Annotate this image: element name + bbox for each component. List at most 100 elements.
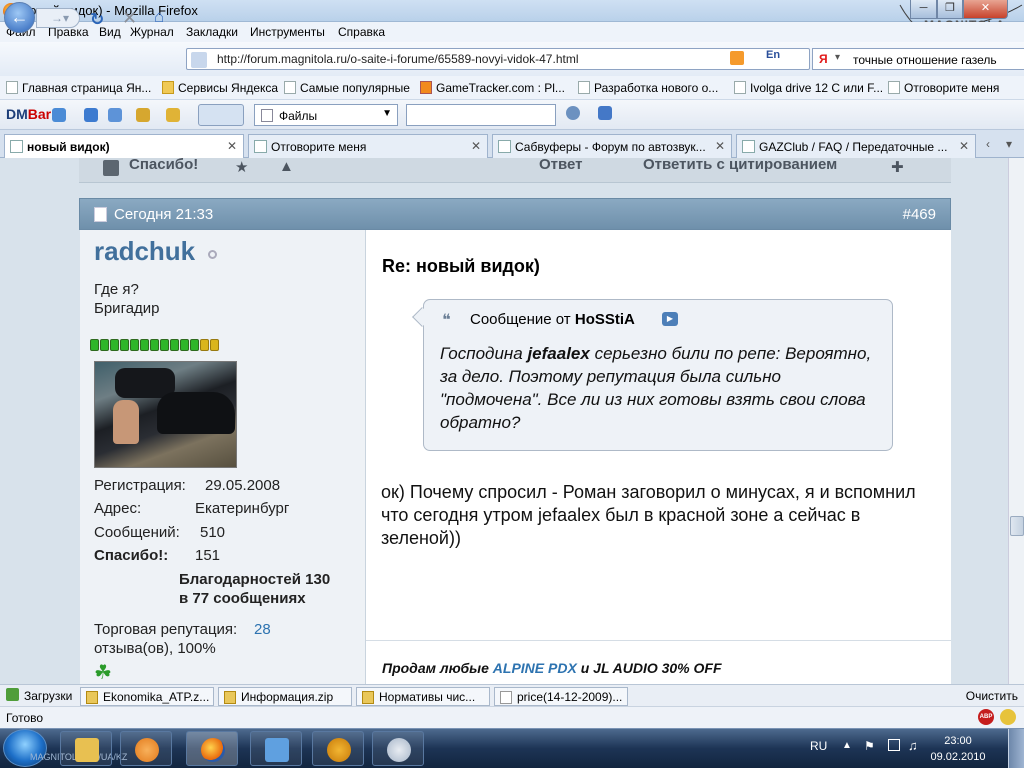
download-item[interactable]: Ekonomika_ATP.z... xyxy=(80,687,214,706)
signature-link[interactable]: ALPINE PDX xyxy=(493,660,577,676)
reputation-bar xyxy=(90,339,220,353)
reputation-pip xyxy=(210,339,219,351)
avatar xyxy=(94,361,237,468)
reply-quote-button[interactable]: Ответить с цитированием xyxy=(643,156,837,173)
download-manager-icon[interactable] xyxy=(52,108,66,122)
reputation-pip xyxy=(110,339,119,351)
star-icon[interactable]: ★ xyxy=(235,158,248,176)
site-favicon xyxy=(191,52,207,68)
home-icon[interactable]: ⌂ xyxy=(154,7,164,27)
reply-button[interactable]: Ответ xyxy=(539,156,583,173)
close-tab-icon[interactable]: ✕ xyxy=(471,139,481,153)
firefox-icon xyxy=(201,738,225,762)
menu-bookmarks[interactable]: Закладки xyxy=(186,25,238,39)
bookmark-item[interactable]: Самые популярные xyxy=(284,81,410,95)
folder-icon xyxy=(75,738,99,762)
download-item[interactable]: Информация.zip xyxy=(218,687,352,706)
reputation-pip xyxy=(170,339,179,351)
view-post-icon[interactable]: ▶ xyxy=(662,312,678,326)
close-tab-icon[interactable]: ✕ xyxy=(227,139,237,153)
taskbar-aimp[interactable] xyxy=(312,731,364,766)
rss-feed-icon[interactable] xyxy=(730,51,744,65)
post-date: Сегодня 21:33 xyxy=(114,206,214,223)
stop-icon[interactable]: ✕ xyxy=(122,8,137,29)
reputation-pip xyxy=(120,339,129,351)
archive-icon xyxy=(86,691,98,704)
warning-icon[interactable]: ▲ xyxy=(279,158,294,175)
thanks-icon[interactable] xyxy=(103,160,119,176)
dmbar-logo[interactable]: DMBar xyxy=(6,106,51,122)
cursor-toggle-button[interactable] xyxy=(198,104,244,126)
bookmarks-toolbar: Главная страница Ян... Сервисы Яндекса С… xyxy=(0,76,1024,100)
home-settings-icon[interactable] xyxy=(136,108,150,122)
yandex-search-icon[interactable]: Я xyxy=(819,52,828,66)
post-number-link[interactable]: #469 xyxy=(903,206,936,223)
add-icon[interactable] xyxy=(84,108,98,122)
network-icon[interactable] xyxy=(888,739,900,751)
username-link[interactable]: radchuk xyxy=(94,236,195,267)
translate-icon[interactable]: En xyxy=(766,49,780,61)
bookmark-item[interactable]: GameTracker.com : Pl... xyxy=(420,81,565,95)
maximize-button[interactable]: ❐ xyxy=(937,0,963,19)
download-arrow-icon[interactable] xyxy=(598,106,612,120)
tab-gazclub[interactable]: GAZClub / FAQ / Передаточные ... ✕ xyxy=(736,134,976,158)
clover-icon: ☘ xyxy=(94,662,112,684)
smiley-icon[interactable] xyxy=(1000,709,1016,725)
download-item[interactable]: price(14-12-2009)... xyxy=(494,687,628,706)
close-tab-icon[interactable]: ✕ xyxy=(715,139,725,153)
volume-icon[interactable]: ♫ xyxy=(908,738,918,753)
taskbar-media[interactable] xyxy=(120,731,172,766)
post-icon xyxy=(94,207,107,222)
menu-help[interactable]: Справка xyxy=(338,25,385,39)
taskbar-firefox[interactable] xyxy=(186,731,238,766)
bookmark-item[interactable]: Сервисы Яндекса xyxy=(162,81,278,95)
taskbar-explorer[interactable] xyxy=(60,731,112,766)
search-icon[interactable] xyxy=(566,106,580,120)
taskbar-download-manager[interactable] xyxy=(250,731,302,766)
bookmark-item[interactable]: Отговорите меня xyxy=(888,81,999,95)
adblock-plus-icon[interactable]: ABP xyxy=(978,709,994,725)
user-rank: Бригадир xyxy=(94,300,160,317)
archive-icon xyxy=(362,691,374,704)
show-desktop-button[interactable] xyxy=(1008,729,1024,768)
minimize-button[interactable]: ─ xyxy=(910,0,937,19)
speaker-icon xyxy=(734,81,746,94)
address-bar[interactable]: http://forum.magnitola.ru/o-saite-i-foru… xyxy=(186,48,810,70)
page-icon xyxy=(742,140,755,153)
download-item[interactable]: Нормативы чис... xyxy=(356,687,490,706)
thanks-button[interactable]: Спасибо! xyxy=(129,156,198,173)
scrollbar-thumb[interactable] xyxy=(1010,516,1024,536)
clear-downloads-button[interactable]: Очистить xyxy=(966,689,1018,703)
tab-scroll-left-icon[interactable]: ‹ xyxy=(986,137,990,151)
dmbar-search-input[interactable] xyxy=(406,104,556,126)
tab-novyi-vidok[interactable]: новый видок) ✕ xyxy=(4,134,244,159)
bookmark-item[interactable]: Главная страница Ян... xyxy=(6,81,151,95)
close-window-button[interactable]: ✕ xyxy=(963,0,1008,19)
search-engine-dropdown-icon[interactable]: ▾ xyxy=(835,52,840,63)
tools-icon[interactable] xyxy=(166,108,180,122)
tab-otgovorite-menya[interactable]: Отговорите меня ✕ xyxy=(248,134,488,158)
reputation-pip xyxy=(90,339,99,351)
tab-list-icon[interactable]: ▾ xyxy=(1006,137,1012,151)
tab-sabvufery[interactable]: Сабвуферы - Форум по автозвук... ✕ xyxy=(492,134,732,158)
flag-icon[interactable]: ⚑ xyxy=(864,739,875,753)
back-button[interactable]: ← xyxy=(4,2,35,33)
language-indicator[interactable]: RU xyxy=(810,739,827,753)
close-tab-icon[interactable]: ✕ xyxy=(959,139,969,153)
quote-text: Господина jefaalex серьезно били по репе… xyxy=(440,344,872,432)
bookmark-item[interactable]: Разработка нового о... xyxy=(578,81,718,95)
bookmark-item[interactable]: Ivolga drive 12 С или F... xyxy=(734,81,883,95)
forward-button[interactable]: →▾ xyxy=(36,8,80,28)
menu-tools[interactable]: Инструменты xyxy=(250,25,325,39)
downloads-label[interactable]: Загрузки xyxy=(24,689,72,703)
clock[interactable]: 23:00 09.02.2010 xyxy=(930,733,986,765)
tray-expand-icon[interactable]: ▲ xyxy=(842,740,852,751)
multiquote-icon[interactable]: ✚ xyxy=(891,158,904,176)
files-dropdown[interactable]: Файлы ▼ xyxy=(254,104,398,126)
vertical-scrollbar[interactable] xyxy=(1008,158,1024,684)
taskbar-paint[interactable] xyxy=(372,731,424,766)
search-input[interactable]: Я ▾ точные отношение газель xyxy=(812,48,1024,70)
copy-icon[interactable] xyxy=(108,108,122,122)
reload-icon[interactable]: ↻ xyxy=(90,10,104,30)
trade-rep-link[interactable]: 28 xyxy=(254,621,271,638)
